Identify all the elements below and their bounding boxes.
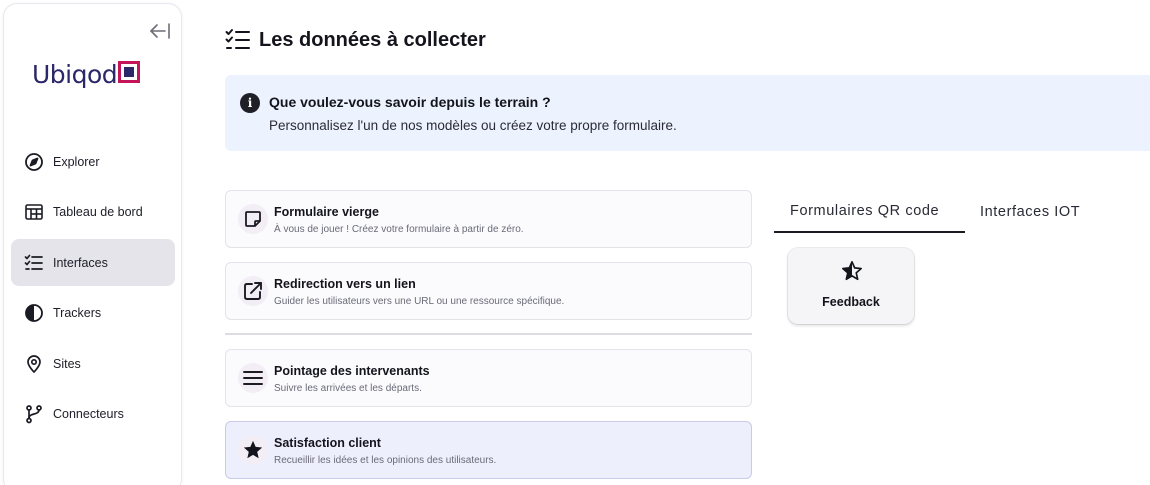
template-tile-feedback[interactable]: Feedback: [788, 248, 914, 324]
sidebar-item-dashboard[interactable]: Tableau de bord: [11, 189, 175, 236]
sidebar-item-label: Sites: [53, 356, 81, 371]
sidebar-item-label: Explorer: [53, 154, 100, 169]
card-description: Recueillir les idées et les opinions des…: [274, 455, 497, 466]
dashboard-icon: [24, 202, 44, 222]
collapse-sidebar-button[interactable]: [147, 19, 173, 43]
card-description: Guider les utilisateurs vers une URL ou …: [274, 296, 565, 307]
sidebar: Ubiqod Explorer Tableau de bord Interfac…: [3, 3, 182, 485]
card-satisfaction-client[interactable]: Satisfaction client Recueillir les idées…: [225, 421, 752, 479]
collapse-arrow-icon: [150, 23, 170, 39]
card-description: Suivre les arrivées et les départs.: [274, 383, 422, 394]
sidebar-item-sites[interactable]: Sites: [11, 340, 175, 387]
sidebar-item-label: Connecteurs: [53, 407, 124, 421]
card-description: À vous de jouer ! Créez votre formulaire…: [274, 224, 524, 235]
logo-text: Ubiqod: [32, 59, 118, 89]
sidebar-item-label: Interfaces: [53, 255, 108, 270]
info-icon: i: [240, 93, 260, 113]
sidebar-item-connecteurs[interactable]: Connecteurs: [11, 391, 175, 438]
card-title: Redirection vers un lien: [274, 277, 416, 291]
sidebar-item-label: Tableau de bord: [53, 205, 143, 219]
tab-interfaces-iot[interactable]: Interfaces IOT: [965, 190, 1095, 233]
half-star-icon: [842, 261, 862, 281]
tab-bar: Formulaires QR code Interfaces IOT: [774, 190, 1095, 233]
info-title: Que voulez-vous savoir depuis le terrain…: [269, 94, 551, 110]
sidebar-item-interfaces[interactable]: Interfaces: [11, 239, 175, 286]
branch-icon: [24, 404, 44, 424]
sidebar-nav: Explorer Tableau de bord Interfaces Trac…: [11, 138, 175, 441]
main-content: Les données à collecter i Que voulez-vou…: [225, 0, 1150, 485]
half-circle-icon: [24, 303, 44, 323]
card-redirection[interactable]: Redirection vers un lien Guider les util…: [225, 262, 752, 320]
sidebar-item-trackers[interactable]: Trackers: [11, 290, 175, 337]
checklist-icon: [225, 29, 250, 49]
card-title: Formulaire vierge: [274, 205, 379, 219]
compass-icon: [24, 152, 44, 172]
sidebar-item-label: Trackers: [53, 306, 102, 320]
menu-lines-icon: [238, 363, 268, 393]
logo-mark-icon: [118, 61, 141, 83]
page-header: Les données à collecter: [225, 28, 486, 52]
tab-formulaires-qr-code[interactable]: Formulaires QR code: [774, 190, 965, 233]
sidebar-item-explorer[interactable]: Explorer: [11, 138, 175, 185]
page-title: Les données à collecter: [259, 28, 486, 51]
card-title: Pointage des intervenants: [274, 364, 430, 378]
logo[interactable]: Ubiqod: [32, 54, 141, 94]
checklist-icon: [24, 253, 44, 273]
external-link-icon: [238, 276, 268, 306]
divider: [225, 333, 752, 335]
info-banner: i Que voulez-vous savoir depuis le terra…: [225, 75, 1150, 151]
location-pin-icon: [24, 354, 44, 374]
tile-label: Feedback: [822, 295, 880, 309]
card-pointage[interactable]: Pointage des intervenants Suivre les arr…: [225, 349, 752, 407]
star-icon: [238, 435, 268, 465]
card-title: Satisfaction client: [274, 436, 381, 450]
card-formulaire-vierge[interactable]: Formulaire vierge À vous de jouer ! Crée…: [225, 190, 752, 248]
sticky-note-icon: [238, 204, 268, 234]
info-text: Personnalisez l'un de nos modèles ou cré…: [269, 118, 677, 133]
